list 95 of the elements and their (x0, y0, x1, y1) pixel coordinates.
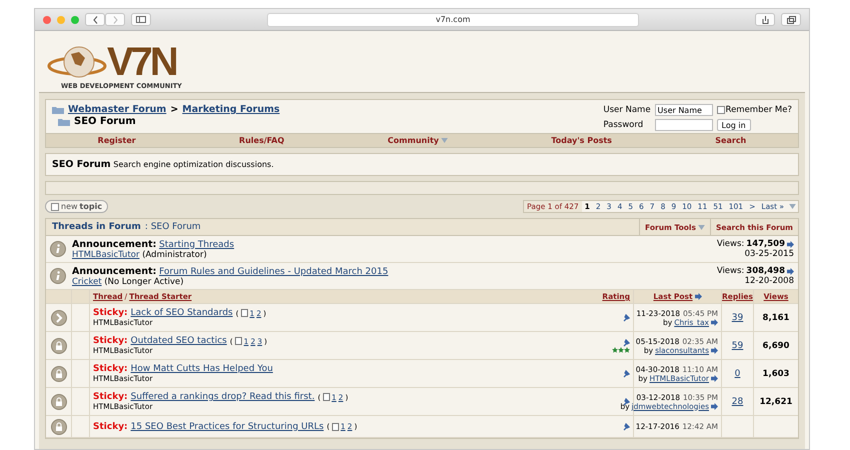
topic-title-link[interactable]: Outdated SEO tactics (130, 336, 227, 346)
forum-title: SEO Forum (52, 159, 111, 170)
breadcrumb-link[interactable]: Webmaster Forum (68, 104, 166, 115)
back-chevron-icon (92, 16, 98, 24)
breadcrumb-separator: > (170, 104, 178, 115)
arrow-icon[interactable] (711, 374, 718, 382)
topic-title-link[interactable]: Lack of SEO Standards (130, 308, 233, 318)
share-button[interactable] (755, 13, 775, 26)
padlock-circle-icon (50, 338, 66, 354)
arrow-icon[interactable] (787, 240, 794, 248)
close-dot[interactable] (43, 16, 51, 24)
breadcrumb-link[interactable]: Marketing Forums (182, 104, 280, 115)
nav-link[interactable]: Rules/FAQ (239, 136, 284, 145)
username-label: User Name (603, 105, 651, 115)
tabs-icon (786, 16, 796, 24)
replies-count[interactable]: 59 (732, 340, 744, 350)
page-icon (322, 393, 330, 401)
views-count: 147,509 (746, 239, 785, 249)
nav-link[interactable]: Community (388, 136, 448, 145)
username-field[interactable]: User Name (654, 104, 713, 116)
nav-link[interactable]: Register (98, 136, 136, 145)
forward-chevron-icon (112, 16, 118, 24)
nav-link[interactable]: Today's Posts (551, 136, 612, 145)
topic-title-link[interactable]: Suffered a rankings drop? Read this first. (130, 392, 315, 402)
replies-count[interactable]: 39 (732, 312, 744, 322)
padlock-circle-icon (50, 418, 66, 434)
logo-text: V7N (107, 42, 176, 82)
password-field[interactable] (654, 119, 713, 131)
sticky-label: Sticky: (93, 422, 128, 432)
nav-link[interactable]: Search (715, 136, 746, 145)
pin-icon (623, 338, 630, 346)
replies-count[interactable]: 0 (734, 368, 740, 378)
views-count: 6,690 (762, 340, 790, 350)
views-label: Views: (716, 239, 744, 249)
padlock-circle-icon (50, 394, 66, 410)
caret-icon (698, 224, 705, 230)
folder-icon (52, 105, 64, 114)
page-icon (234, 337, 242, 345)
views-count: 12,621 (760, 396, 792, 406)
arrow-icon[interactable] (711, 318, 718, 326)
padlock-circle-icon (50, 366, 66, 382)
forum-description: Search engine optimization discussions. (113, 160, 274, 169)
announcement-link[interactable]: Forum Rules and Guidelines - Updated March 2015 (159, 266, 388, 276)
info-circle-icon (50, 241, 66, 257)
announcement-label: Announcement: (72, 266, 156, 276)
pin-icon (623, 370, 630, 378)
sticky-label: Sticky: (93, 364, 128, 374)
views-label: Views: (716, 266, 744, 276)
user-role: (No Longer Active) (104, 276, 184, 286)
folder-icon (58, 117, 70, 126)
zoom-dot[interactable] (71, 16, 79, 24)
arrow-icon[interactable] (694, 293, 702, 300)
threads-subtitle: : SEO Forum (144, 222, 201, 232)
user-role: (Administrator) (142, 250, 207, 260)
sidebar-button[interactable] (131, 13, 151, 26)
announcement-date: 12-20-2008 (744, 276, 794, 286)
user-link[interactable]: Cricket (72, 276, 102, 286)
announcement-link[interactable]: Starting Threads (159, 240, 234, 250)
sidebar-icon (136, 16, 146, 23)
pin-icon (623, 422, 630, 430)
current-forum-title: SEO Forum (74, 116, 136, 127)
threads-title: Threads in Forum (52, 222, 141, 232)
login-button[interactable]: Log in (716, 119, 751, 131)
replies-count[interactable]: 28 (732, 396, 744, 406)
minimize-dot[interactable] (57, 16, 65, 24)
topic-title-link[interactable]: How Matt Cutts Has Helped You (130, 364, 273, 374)
views-count: 8,161 (762, 312, 790, 322)
caret-icon (789, 204, 796, 209)
info-circle-icon (50, 268, 66, 284)
arrow-icon[interactable] (711, 346, 718, 354)
sticky-label: Sticky: (93, 336, 128, 346)
remember-label: Remember Me? (726, 105, 792, 115)
new-topic-button[interactable]: new topic (45, 200, 108, 213)
user-link[interactable]: HTMLBasicTutor (72, 250, 140, 260)
arrow-icon[interactable] (787, 268, 794, 274)
sticky-label: Sticky: (93, 308, 128, 318)
pin-icon (623, 314, 630, 322)
chevron-circle-icon (50, 310, 66, 326)
announcement-label: Announcement: (72, 238, 156, 250)
note-icon (51, 202, 59, 210)
announcement-date: 03-25-2015 (744, 249, 794, 259)
sticky-label: Sticky: (93, 392, 128, 402)
share-icon (762, 16, 768, 24)
page-icon (332, 422, 339, 430)
views-count: 308,498 (746, 266, 785, 276)
arrow-icon[interactable] (711, 402, 718, 410)
page-icon (240, 309, 248, 317)
caret-icon (440, 138, 448, 143)
address-bar[interactable]: v7n.com (267, 12, 639, 26)
back-button[interactable] (85, 13, 105, 26)
tabs-button[interactable] (781, 13, 801, 26)
remember-checkbox[interactable] (716, 106, 725, 114)
views-count: 1,603 (762, 368, 790, 378)
password-label: Password (603, 120, 644, 130)
topic-title-link[interactable]: 15 SEO Best Practices for Structuring URLs (130, 422, 324, 432)
